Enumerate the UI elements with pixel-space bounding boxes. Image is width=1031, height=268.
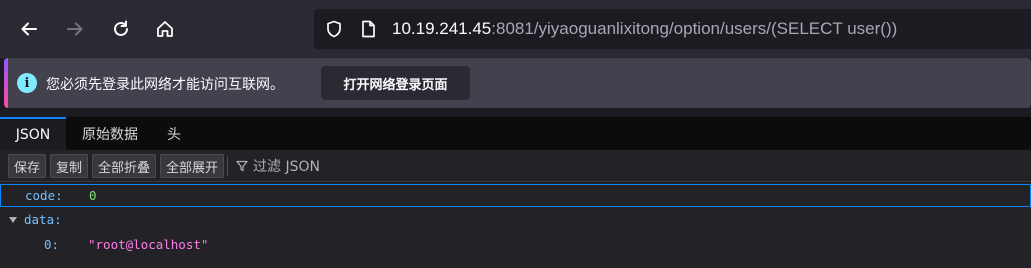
notification-accent-bar: [4, 58, 8, 108]
viewer-tabs: JSON 原始数据 头: [0, 117, 1031, 150]
collapse-all-button[interactable]: 全部折叠: [92, 154, 156, 178]
filter-icon: [236, 160, 248, 172]
info-icon: i: [17, 73, 37, 93]
back-arrow-icon: [21, 22, 37, 36]
captive-portal-notification: i 您必须先登录此网络才能访问互联网。 打开网络登录页面: [4, 58, 1031, 108]
notification-message: 您必须先登录此网络才能访问互联网。: [46, 77, 284, 93]
expand-all-button[interactable]: 全部展开: [160, 154, 224, 178]
json-row-data[interactable]: data:: [0, 208, 1031, 231]
reload-icon: [114, 20, 128, 36]
json-key: code:: [25, 188, 63, 203]
shield-icon[interactable]: [324, 19, 344, 39]
home-button[interactable]: [148, 12, 182, 46]
back-button[interactable]: [12, 12, 46, 46]
json-tree: code: 0 data: 0: "root@localhost": [0, 183, 1031, 268]
tab-headers[interactable]: 头: [154, 117, 194, 150]
json-row-data-0[interactable]: 0: "root@localhost": [0, 233, 1031, 256]
toolbar-divider: [227, 156, 228, 176]
url-path: :8081/yiyaoguanlixitong/option/users/(SE…: [491, 19, 898, 38]
page-info-icon[interactable]: [358, 19, 378, 39]
save-button[interactable]: 保存: [8, 154, 46, 178]
reload-button[interactable]: [104, 12, 138, 46]
url-bar[interactable]: 10.19.241.45:8081/yiyaoguanlixitong/opti…: [314, 9, 1031, 49]
json-string-value: "root@localhost": [88, 237, 209, 252]
expand-toggle-icon[interactable]: [9, 216, 17, 223]
json-row-code[interactable]: code: 0: [0, 184, 1031, 207]
url-text[interactable]: 10.19.241.45:8081/yiyaoguanlixitong/opti…: [392, 19, 897, 39]
filter-placeholder: 过滤 JSON: [253, 159, 320, 175]
open-login-page-button[interactable]: 打开网络登录页面: [321, 66, 470, 100]
json-number-value: 0: [89, 188, 97, 203]
home-icon: [157, 21, 173, 37]
filter-json-input[interactable]: 过滤 JSON: [236, 156, 320, 176]
url-host: 10.19.241.45: [392, 19, 492, 38]
forward-button[interactable]: [58, 12, 92, 46]
tab-json[interactable]: JSON: [0, 117, 66, 150]
copy-button[interactable]: 复制: [50, 154, 88, 178]
browser-toolbar: 10.19.241.45:8081/yiyaoguanlixitong/opti…: [0, 0, 1031, 58]
json-toolbar: 保存 复制 全部折叠 全部展开 过滤 JSON: [0, 150, 1031, 182]
json-key: data:: [24, 212, 62, 227]
forward-arrow-icon: [67, 22, 83, 36]
json-key: 0:: [44, 237, 60, 252]
tab-raw-data[interactable]: 原始数据: [66, 117, 154, 150]
